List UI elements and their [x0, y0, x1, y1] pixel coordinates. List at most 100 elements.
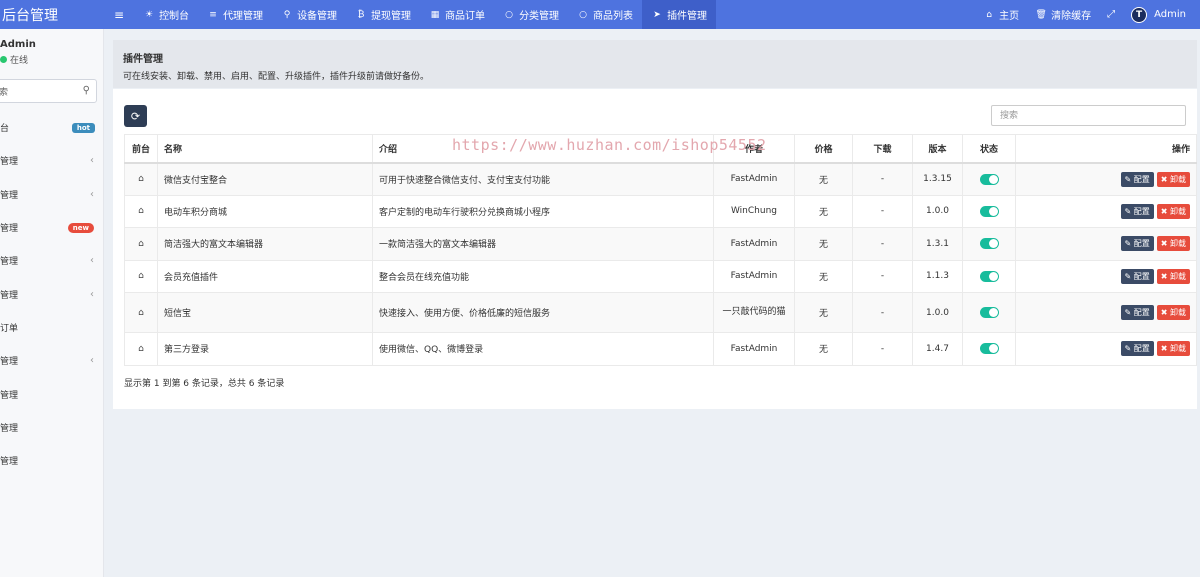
config-button[interactable]: ✎ 配置 — [1120, 268, 1154, 284]
refresh-button[interactable]: ⟳ — [124, 105, 147, 127]
home-icon[interactable]: ⌂ — [138, 344, 144, 354]
plugin-intro: 客户定制的电动车行驶积分兑换商城小程序 — [372, 194, 714, 228]
plugin-price: 无 — [794, 162, 853, 196]
status-toggle[interactable] — [979, 343, 999, 355]
uninstall-button[interactable]: ✖ 卸载 — [1156, 236, 1190, 252]
config-button[interactable]: ✎ 配置 — [1120, 305, 1154, 320]
sidebar-item[interactable]: 管理 ‹ — [0, 178, 103, 211]
uninstall-button[interactable]: ✖ 卸载 — [1156, 171, 1190, 187]
config-button[interactable]: ✎ 配置 — [1120, 236, 1154, 252]
col-frontend[interactable]: 前台 — [124, 134, 158, 164]
config-button[interactable]: ✎ 配置 — [1120, 341, 1154, 357]
status-toggle[interactable] — [979, 307, 999, 318]
plugin-author[interactable]: FastAdmin — [713, 332, 795, 366]
sidebar-toggle-icon[interactable]: ≡ — [104, 0, 134, 29]
config-label: 配置 — [1133, 271, 1150, 281]
home-link[interactable]: ⌂ 主页 — [975, 7, 1027, 23]
actions-cell: ✎ 配置 ✖ 卸载 — [1015, 292, 1197, 333]
plugin-author[interactable]: FastAdmin — [713, 162, 795, 196]
sidebar-item[interactable]: 管理 — [0, 444, 103, 477]
table-search-input[interactable] — [991, 105, 1186, 126]
nav-device[interactable]: ⚲ 设备管理 — [272, 0, 346, 29]
status-toggle[interactable] — [979, 173, 999, 185]
home-label: 主页 — [999, 11, 1020, 22]
col-version[interactable]: 版本 — [912, 134, 963, 164]
plugin-author[interactable]: WinChung — [713, 194, 795, 228]
nav-orders[interactable]: ▦ 商品订单 — [420, 0, 494, 29]
clear-cache-label: 清除缓存 — [1051, 11, 1092, 22]
clear-cache-button[interactable]: 🗑 清除缓存 — [1027, 7, 1099, 23]
table-row: ⌂ 短信宝 快速接入、使用方便、价格低廉的短信服务 一只敲代码的猫 无 - 1.… — [124, 292, 1197, 333]
nav-label: 设备管理 — [297, 11, 338, 22]
sidebar-item[interactable]: 订单 — [0, 311, 103, 344]
plugin-version: 1.0.0 — [912, 292, 963, 333]
status-toggle[interactable] — [979, 270, 999, 282]
plugin-downloads: - — [852, 292, 913, 333]
dashboard-icon: ☀ — [145, 9, 154, 20]
home-icon[interactable]: ⌂ — [138, 308, 144, 318]
uninstall-button[interactable]: ✖ 卸载 — [1156, 341, 1190, 357]
actions-cell: ✎ 配置 ✖ 卸载 — [1015, 332, 1197, 366]
status-toggle[interactable] — [979, 238, 999, 250]
frontend-cell: ⌂ — [124, 162, 158, 196]
brand-logo[interactable]: 后台管理 — [0, 0, 104, 29]
sidebar-item[interactable]: 管理 — [0, 411, 103, 444]
home-icon[interactable]: ⌂ — [138, 239, 144, 249]
sidebar: Admin 在线 索 ⚲ 台 hot 管理 ‹ 管理 ‹ 管理 new 管理 ‹ 管理 ‹ … — [0, 29, 104, 577]
col-status[interactable]: 状态 — [962, 134, 1016, 164]
fullscreen-icon[interactable]: ⤢ — [1099, 9, 1123, 20]
plugin-author[interactable]: 一只敲代码的猫 — [713, 292, 795, 333]
sidebar-item[interactable]: 管理 — [0, 377, 103, 410]
sidebar-item[interactable]: 管理 ‹ — [0, 144, 103, 177]
user-menu[interactable]: T Admin — [1123, 6, 1194, 23]
nav-label: 提现管理 — [371, 11, 412, 22]
config-label: 配置 — [1133, 308, 1150, 317]
chevron-left-icon: ‹ — [90, 255, 94, 267]
nav-plugins[interactable]: ➤ 插件管理 — [642, 0, 717, 29]
plugin-price: 无 — [794, 292, 853, 333]
col-intro[interactable]: 介绍 — [372, 134, 714, 164]
config-button[interactable]: ✎ 配置 — [1120, 203, 1154, 219]
sidebar-item[interactable]: 管理 ‹ — [0, 244, 103, 277]
nav-category[interactable]: ○ 分类管理 — [494, 0, 568, 29]
col-downloads[interactable]: 下载 — [852, 134, 913, 164]
content-header: 插件管理 可在线安装、卸载、禁用、启用、配置、升级插件，插件升级前请做好备份。 — [113, 40, 1197, 88]
bitcoin-icon: ₿ — [357, 10, 365, 20]
nav-agent[interactable]: ≡ 代理管理 — [198, 0, 272, 29]
uninstall-label: 卸载 — [1170, 271, 1186, 281]
uninstall-button[interactable]: ✖ 卸载 — [1156, 268, 1190, 284]
frontend-cell: ⌂ — [124, 332, 158, 366]
plugin-author[interactable]: FastAdmin — [713, 259, 795, 293]
table-row: ⌂ 简洁强大的富文本编辑器 一款简洁强大的富文本编辑器 FastAdmin 无 … — [124, 227, 1197, 261]
search-icon[interactable]: ⚲ — [83, 85, 90, 96]
nav-right: ⌂ 主页 🗑 清除缓存 ⤢ T Admin — [975, 0, 1200, 29]
plugin-downloads: - — [852, 162, 913, 196]
config-button[interactable]: ✎ 配置 — [1120, 171, 1154, 187]
plugin-name: 会员充值插件 — [157, 259, 373, 293]
sidebar-search-input[interactable]: 索 ⚲ — [0, 79, 97, 103]
circle-icon: ○ — [505, 9, 513, 20]
home-icon[interactable]: ⌂ — [138, 206, 144, 216]
sidebar-item-label: 管理 — [0, 423, 19, 434]
uninstall-button[interactable]: ✖ 卸载 — [1156, 203, 1190, 219]
uninstall-label: 卸载 — [1170, 206, 1186, 216]
sidebar-item[interactable]: 台 hot — [0, 111, 103, 144]
sidebar-item[interactable]: 管理 ‹ — [0, 277, 103, 310]
col-author[interactable]: 作者 — [713, 134, 795, 164]
plugin-author[interactable]: FastAdmin — [713, 227, 795, 261]
nav-dashboard[interactable]: ☀ 控制台 — [134, 0, 198, 29]
home-icon[interactable]: ⌂ — [138, 174, 144, 184]
chevron-left-icon: ‹ — [90, 155, 94, 167]
sidebar-item[interactable]: 管理 ‹ — [0, 344, 103, 377]
refresh-icon: ⟳ — [130, 109, 141, 123]
nav-withdraw[interactable]: ₿ 提现管理 — [346, 0, 420, 29]
status-toggle[interactable] — [979, 205, 999, 217]
config-label: 配置 — [1133, 239, 1150, 249]
uninstall-button[interactable]: ✖ 卸载 — [1156, 305, 1190, 320]
home-icon[interactable]: ⌂ — [138, 271, 144, 281]
nav-products[interactable]: ○ 商品列表 — [568, 0, 642, 29]
sidebar-item[interactable]: 管理 new — [0, 211, 103, 244]
col-price[interactable]: 价格 — [794, 134, 853, 164]
col-name[interactable]: 名称 — [157, 134, 373, 164]
frontend-cell: ⌂ — [124, 259, 158, 293]
